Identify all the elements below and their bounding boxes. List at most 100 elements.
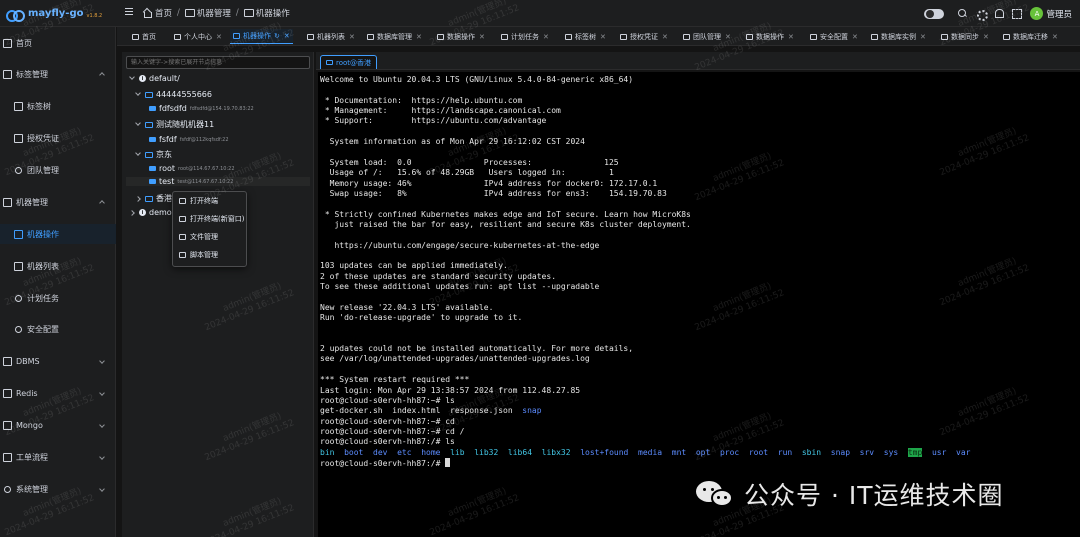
- terminal-tab[interactable]: root@香港: [320, 55, 378, 69]
- terminal-line: see /var/log/unattended-upgrades/unatten…: [320, 354, 590, 364]
- tab-db-migrate[interactable]: 数据库迁移 ✕: [1000, 29, 1061, 44]
- chevron-down-icon[interactable]: [135, 90, 141, 96]
- app-logo[interactable]: mayfly-go v1.8.2: [0, 0, 116, 27]
- avatar[interactable]: A: [1030, 7, 1044, 20]
- terminal-icon: [179, 198, 186, 204]
- tree-node-root[interactable]: i demo: [129, 208, 172, 217]
- sidebar-item-tag-mgmt[interactable]: 标签管理: [0, 64, 116, 84]
- close-icon[interactable]: ✕: [416, 33, 422, 41]
- tab-machine-list[interactable]: 机器列表 ✕: [304, 29, 358, 44]
- gear-icon[interactable]: [976, 9, 989, 21]
- tree-node-group[interactable]: 京东: [135, 149, 172, 160]
- close-icon[interactable]: ✕: [349, 33, 355, 41]
- terminal-dir-var: var: [956, 447, 971, 457]
- breadcrumb-home[interactable]: 首页: [155, 7, 172, 19]
- user-icon: [174, 33, 181, 40]
- tab-security[interactable]: 安全配置 ✕: [807, 29, 861, 44]
- tree-node-group[interactable]: 44444555666: [135, 90, 212, 99]
- tab-home[interactable]: 首页: [129, 29, 159, 44]
- breadcrumb-machine-mgmt[interactable]: 机器管理: [197, 7, 231, 19]
- close-icon[interactable]: ✕: [284, 32, 290, 40]
- tab-auth-cert[interactable]: 授权凭证 ✕: [617, 29, 671, 44]
- sidebar-item-dbms[interactable]: DBMS: [0, 351, 116, 371]
- tree-node-machine[interactable]: fdfsdfd fdfsdfd@154.19.70.83:22: [149, 104, 254, 113]
- tab-data-sync[interactable]: 数据同步 ✕: [938, 29, 992, 44]
- tree-icon: [14, 102, 23, 111]
- sidebar-item-machine-mgmt[interactable]: 机器管理: [0, 192, 116, 212]
- server-icon: [149, 165, 156, 172]
- terminal-line: System load: 0.0 Processes: 125: [320, 157, 619, 167]
- wechat-icon: [696, 479, 736, 509]
- tree-node-root[interactable]: i default/: [129, 74, 180, 83]
- collapse-menu-icon[interactable]: [125, 8, 133, 16]
- tree-node-group[interactable]: 香港: [135, 193, 172, 204]
- close-icon[interactable]: ✕: [725, 33, 731, 41]
- tab-db-instance[interactable]: 数据库实例 ✕: [868, 29, 929, 44]
- tab-machine-ops[interactable]: 机器操作 ↻ ✕: [230, 29, 293, 44]
- close-icon[interactable]: ✕: [479, 33, 485, 41]
- sidebar-item-mongo[interactable]: Mongo: [0, 415, 116, 435]
- menu-open-terminal[interactable]: 打开终端: [179, 196, 218, 206]
- terminal-line: root@cloud-s0ervh-hh87:/#: [320, 457, 451, 469]
- terminal-line: https://ubuntu.com/engage/secure-kuberne…: [320, 240, 600, 250]
- tab-data-ops[interactable]: 数据操作 ✕: [434, 29, 488, 44]
- tree-node-machine[interactable]: fsfdf fsfdf@112kqfsdf:22: [149, 135, 229, 144]
- sidebar-item-tag-tree[interactable]: 标签树: [0, 96, 116, 116]
- terminal-screen[interactable]: Welcome to Ubuntu 20.04.3 LTS (GNU/Linux…: [318, 72, 1080, 537]
- theme-toggle[interactable]: [924, 8, 945, 19]
- home-icon: [143, 9, 152, 18]
- tab-team[interactable]: 团队管理 ✕: [680, 29, 734, 44]
- user-icon: [683, 33, 690, 40]
- sidebar-item-home[interactable]: 首页: [0, 33, 116, 53]
- terminal-dir-boot: boot: [344, 447, 364, 457]
- refresh-icon[interactable]: ↻: [274, 32, 280, 40]
- terminal-dir-sbin: sbin: [801, 447, 822, 457]
- fullscreen-icon[interactable]: [1012, 9, 1023, 19]
- monitor-icon: [243, 9, 254, 17]
- sidebar-item-auth-cert[interactable]: 授权凭证: [0, 128, 116, 148]
- chevron-right-icon[interactable]: [129, 209, 135, 216]
- breadcrumb: 首页 / 机器管理 / 机器操作: [143, 7, 290, 19]
- close-icon[interactable]: ✕: [852, 33, 858, 41]
- close-icon[interactable]: ✕: [216, 33, 222, 41]
- tab-tag-tree[interactable]: 标签树 ✕: [562, 29, 609, 44]
- sidebar-item-machine-list[interactable]: 机器列表: [0, 256, 116, 276]
- sidebar-item-machine-ops[interactable]: 机器操作: [0, 224, 116, 244]
- sidebar-item-team[interactable]: 团队管理: [0, 160, 116, 180]
- tab-cron[interactable]: 计划任务 ✕: [498, 29, 552, 44]
- close-icon[interactable]: ✕: [983, 33, 989, 41]
- terminal-line: System information as of Mon Apr 29 16:1…: [320, 137, 585, 147]
- tab-profile[interactable]: 个人中心 ✕: [171, 29, 225, 44]
- search-icon[interactable]: [958, 9, 967, 18]
- tree-node-machine[interactable]: root root@114.67.67.10:22: [149, 164, 235, 173]
- chevron-down-icon[interactable]: [135, 150, 141, 156]
- tree-node-group[interactable]: 测试随机机器11: [135, 119, 214, 130]
- sidebar-item-workflow[interactable]: 工单流程: [0, 447, 116, 467]
- terminal-dir-opt: opt: [695, 447, 711, 457]
- close-icon[interactable]: ✕: [1052, 33, 1058, 41]
- chevron-down-icon[interactable]: [135, 120, 141, 126]
- close-icon[interactable]: ✕: [920, 33, 926, 41]
- username[interactable]: 管理员: [1046, 8, 1072, 20]
- tree-node-machine-selected[interactable]: test test@114.67.67.10:22: [126, 177, 310, 186]
- bell-icon[interactable]: [994, 9, 1005, 18]
- tab-data-ops-2[interactable]: 数据操作 ✕: [743, 29, 797, 44]
- menu-file-manager[interactable]: 文件管理: [179, 232, 218, 242]
- chevron-right-icon[interactable]: [135, 195, 141, 202]
- sidebar-item-system[interactable]: 系统管理: [0, 479, 116, 499]
- close-icon[interactable]: ✕: [543, 33, 549, 41]
- tree-search-input[interactable]: [126, 56, 310, 69]
- close-icon[interactable]: ✕: [788, 33, 794, 41]
- sidebar-item-cron[interactable]: 计划任务: [0, 288, 116, 308]
- menu-open-terminal-new-window[interactable]: 打开终端(新窗口): [179, 214, 244, 224]
- sidebar-item-redis[interactable]: Redis: [0, 383, 116, 403]
- terminal-line: 2 of these updates are standard security…: [320, 271, 557, 281]
- chevron-down-icon[interactable]: [129, 74, 135, 80]
- close-icon[interactable]: ✕: [600, 33, 606, 41]
- tab-db-mgmt[interactable]: 数据库管理 ✕: [364, 29, 425, 44]
- database-icon: [437, 33, 444, 40]
- close-icon[interactable]: ✕: [662, 33, 668, 41]
- sidebar-item-security[interactable]: 安全配置: [0, 319, 116, 339]
- chevron-up-icon: [99, 72, 105, 78]
- menu-script-manager[interactable]: 脚本管理: [179, 250, 218, 260]
